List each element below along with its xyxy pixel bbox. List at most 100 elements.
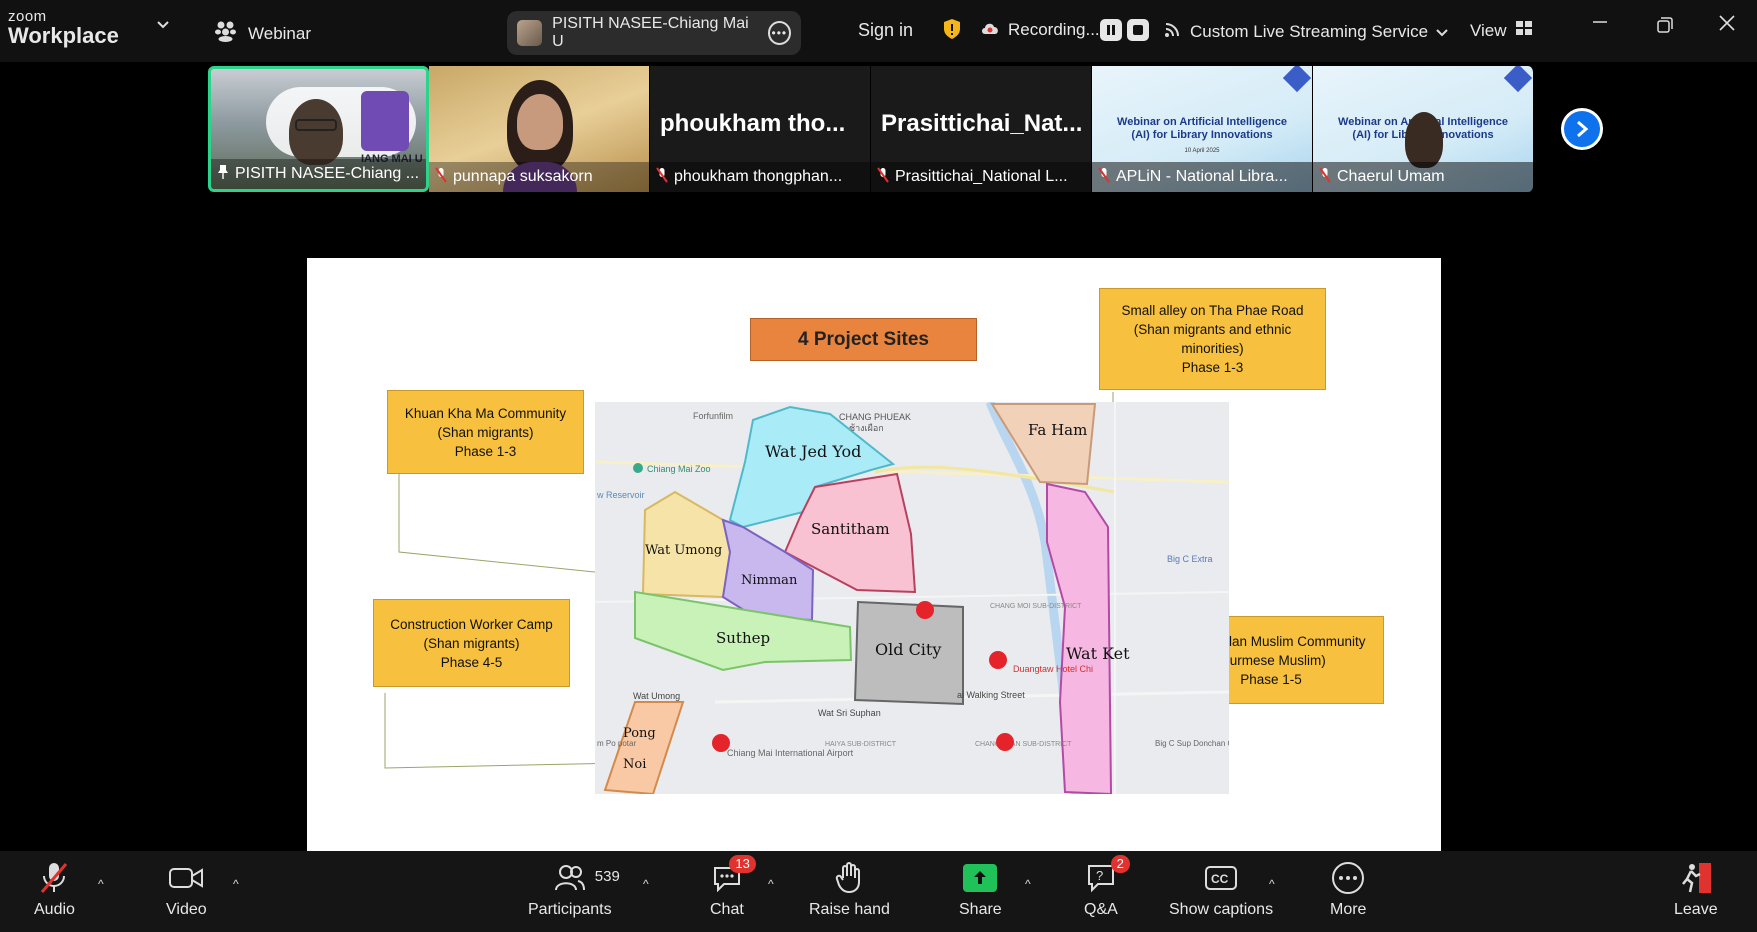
participants-label: Participants [528,901,612,918]
chat-options-caret-icon[interactable]: ^ [768,877,774,891]
webinar-label: Webinar [248,23,311,43]
video-options-caret-icon[interactable]: ^ [233,877,239,891]
map-place-walking-street: ai Walking Street [957,690,1025,700]
pause-recording-button[interactable] [1100,19,1122,41]
captions-options-caret-icon[interactable]: ^ [1269,877,1275,891]
meeting-name: PISITH NASEE-Chiang Mai U [552,15,749,50]
participant-big-name: phoukham tho... [660,110,846,137]
more-icon [1331,859,1365,897]
participant-name: PISITH NASEE-Chiang ... [235,165,420,182]
captions-label: Show captions [1169,901,1274,918]
pin-icon [217,164,229,185]
muted-mic-icon [1098,166,1110,188]
map-place-chang-phueak: CHANG PHUEAK [839,412,911,422]
qa-unread-badge: 2 [1110,855,1130,873]
participant-name: Chaerul Umam [1337,168,1445,185]
participant-name-caption: phoukham thongphan... [650,162,870,192]
more-label: More [1330,901,1367,918]
leave-label: Leave [1674,901,1718,918]
qa-label: Q&A [1084,901,1118,918]
muted-mic-icon [38,859,70,897]
webinar-icon [214,20,238,47]
top-toolbar: zoom Workplace Webinar PISITH NASEE-Chia… [0,0,1757,62]
participant-name: phoukham thongphan... [674,168,843,185]
map-place-big-c: Big C Extra [1167,554,1213,564]
map-place-haiya: HAIYA SUB-DISTRICT [825,741,897,748]
map-label-wat-ket: Wat Ket [1066,644,1130,663]
share-screen-icon [963,859,998,897]
cloud-recording-status[interactable]: Recording... [980,20,1100,40]
map-label-wat-jed-yod: Wat Jed Yod [765,442,861,461]
chevron-down-icon[interactable] [156,20,170,30]
video-camera-icon [168,859,204,897]
shared-slide-date: 10 April 2025 [1184,148,1220,154]
project-site-marker [996,733,1014,751]
participant-name-caption: Chaerul Umam [1313,162,1533,192]
logo-workplace-text: Workplace [8,23,119,48]
chat-label: Chat [710,901,744,918]
svg-text:CC: CC [1211,872,1229,886]
participant-name-caption: Prasittichai_National L... [871,162,1091,192]
stop-recording-button[interactable] [1127,19,1149,41]
leave-icon [1679,859,1713,897]
webinar-indicator[interactable]: Webinar [214,20,311,47]
leave-button[interactable]: Leave [1674,859,1718,919]
participant-video-person [289,99,343,165]
share-options-caret-icon[interactable]: ^ [1025,877,1031,891]
close-window-icon[interactable] [1718,14,1736,32]
show-captions-button[interactable]: CC Show captions [1169,859,1273,919]
chat-icon: 13 [712,855,756,897]
next-page-arrow-icon[interactable] [1561,108,1603,150]
minimize-window-icon[interactable] [1592,14,1608,30]
participant-video-person [1405,112,1443,168]
chat-button[interactable]: 13 Chat [710,855,756,919]
qa-button[interactable]: ? 2 Q&A [1084,855,1130,919]
video-button[interactable]: Video [166,859,207,919]
participant-tile[interactable]: Prasittichai_Nat... Prasittichai_Nationa… [871,66,1092,192]
audio-button[interactable]: Audio [34,859,75,919]
meeting-info-pill[interactable]: PISITH NASEE-Chiang Mai U ••• [507,11,801,55]
map-place-big-c-donchan: Big C Sup Donchan Ch [1155,739,1229,748]
zoo-poi-icon [633,463,643,473]
participant-tile[interactable]: phoukham tho... phoukham thongphan... [650,66,871,192]
chat-unread-badge: 13 [729,855,756,873]
participant-name-caption: punnapa suksakorn [429,162,649,192]
more-button[interactable]: More [1330,859,1366,919]
recording-label: Recording... [1008,20,1100,39]
raise-hand-button[interactable]: Raise hand [809,859,890,919]
share-screen-button[interactable]: Share [959,859,1002,919]
view-label: View [1470,20,1507,40]
muted-mic-icon [1319,166,1331,188]
participant-tile[interactable]: Webinar on Artificial Intelligence (AI) … [1313,66,1534,192]
participant-thumbnail-strip: IANG MAI U PISITH NASEE-Chiang ... punna… [208,66,1534,192]
sign-in-link[interactable]: Sign in [858,20,913,41]
project-site-marker [916,601,934,619]
participant-tile[interactable]: Webinar on Artificial Intelligence (AI) … [1092,66,1313,192]
map-place-duangtawan: Duangtaw Hotel Chi [1013,664,1093,674]
map-place-airport: Chiang Mai International Airport [727,748,854,758]
view-menu-button[interactable]: View [1470,20,1533,41]
shared-slide: 4 Project Sites Khuan Kha Ma Community (… [307,258,1441,852]
more-options-icon[interactable]: ••• [767,21,791,45]
audio-options-caret-icon[interactable]: ^ [98,877,104,891]
project-site-marker [989,651,1007,669]
participant-name: Prasittichai_National L... [895,168,1068,185]
project-sites-map: Wat Jed Yod Fa Ham Santitham Wat Umong N… [595,402,1229,794]
participants-options-caret-icon[interactable]: ^ [643,877,649,891]
glasses-shape [295,119,337,131]
muted-mic-icon [877,166,889,188]
restore-window-icon[interactable] [1656,16,1674,34]
security-shield-icon[interactable] [943,18,961,40]
participant-big-name: Prasittichai_Nat... [881,110,1083,137]
map-label-suthep: Suthep [716,629,770,647]
grid-view-icon [1515,20,1533,41]
participant-tile[interactable]: punnapa suksakorn [429,66,650,192]
map-label-wat-umong: Wat Umong [645,543,722,558]
map-place-wat-umong: Wat Umong [633,691,680,701]
participant-tile[interactable]: IANG MAI U PISITH NASEE-Chiang ... [208,66,429,192]
live-stream-label: Custom Live Streaming Service [1190,21,1429,41]
muted-mic-icon [656,166,668,188]
live-streaming-dropdown[interactable]: Custom Live Streaming Service [1164,20,1448,43]
decorative-diamond [1282,66,1312,93]
participants-button[interactable]: 539 Participants [528,859,620,919]
